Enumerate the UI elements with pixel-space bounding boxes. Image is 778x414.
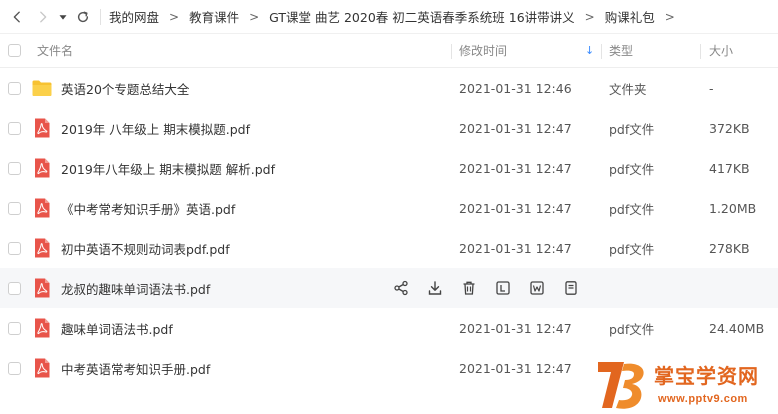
file-name[interactable]: 《中考常考知识手册》英语.pdf: [61, 199, 235, 218]
file-row-hovered[interactable]: 龙叔的趣味单词语法书.pdf: [0, 268, 778, 308]
download-button[interactable]: [426, 279, 444, 297]
file-modified-time: 2021-01-31 12:47: [459, 120, 572, 136]
column-header-type[interactable]: 类型: [609, 42, 633, 59]
row-checkbox[interactable]: [8, 161, 21, 175]
pdf-icon: [35, 318, 50, 338]
file-type: pdf文件: [609, 121, 655, 137]
column-divider[interactable]: [601, 44, 602, 59]
file-type: pdf文件: [609, 161, 655, 177]
file-list: 英语20个专题总结大全 2021-01-31 12:46 文件夹 - 2019年…: [0, 68, 778, 388]
delete-button[interactable]: [460, 279, 478, 297]
watermark-text: 掌宝学资网: [654, 364, 759, 388]
pdf-icon: [35, 158, 50, 178]
breadcrumb-item-current[interactable]: 购课礼包: [605, 7, 655, 26]
file-size: 24.40MB: [709, 320, 765, 336]
file-row[interactable]: 初中英语不规则动词表pdf.pdf 2021-01-31 12:47 pdf文件…: [0, 228, 778, 268]
row-checkbox[interactable]: [8, 121, 21, 135]
back-button[interactable]: [6, 6, 28, 28]
file-modified-time: 2021-01-31 12:47: [459, 160, 572, 176]
file-type: pdf文件: [609, 321, 655, 337]
file-size: 278KB: [709, 240, 750, 256]
pdf-icon: [35, 358, 50, 378]
chevron-left-icon: [13, 10, 20, 23]
share-icon: [394, 280, 408, 296]
breadcrumb: 我的网盘 > 教育课件 > GT课堂 曲艺 2020春 初二英语春季系统班 16…: [109, 7, 685, 26]
row-checkbox[interactable]: [8, 361, 21, 375]
pdf-icon: [35, 278, 50, 298]
breadcrumb-item[interactable]: GT课堂 曲艺 2020春 初二英语春季系统班 16讲带讲义: [269, 7, 575, 26]
file-size: -: [709, 80, 714, 96]
file-name[interactable]: 趣味单词语法书.pdf: [61, 319, 173, 338]
row-hover-actions: [392, 268, 596, 308]
file-modified-time: 2021-01-31 12:47: [459, 240, 572, 256]
file-size: 1.20MB: [709, 200, 757, 216]
file-name[interactable]: 中考英语常考知识手册.pdf: [61, 359, 210, 378]
file-modified-time: 2021-01-31 12:47: [459, 320, 572, 336]
breadcrumb-item[interactable]: 教育课件: [189, 7, 239, 26]
column-divider[interactable]: [451, 44, 452, 59]
row-checkbox[interactable]: [8, 281, 21, 295]
watermark-logo: 掌宝学资网 www.pptv9.com: [592, 356, 778, 414]
breadcrumb-separator: >: [249, 9, 260, 24]
pdf-icon: [35, 118, 50, 138]
file-name[interactable]: 龙叔的趣味单词语法书.pdf: [61, 279, 210, 298]
watermark-url: www.pptv9.com: [658, 393, 748, 405]
breadcrumb-separator: >: [169, 9, 180, 24]
history-dropdown-button[interactable]: [56, 6, 70, 28]
file-row[interactable]: 2019年 八年级上 期末模拟题.pdf 2021-01-31 12:47 pd…: [0, 108, 778, 148]
file-row[interactable]: 2019年八年级上 期末模拟题 解析.pdf 2021-01-31 12:47 …: [0, 148, 778, 188]
file-size: 372KB: [709, 120, 750, 136]
file-modified-time: 2021-01-31 12:46: [459, 80, 572, 96]
file-modified-time: 2021-01-31 12:47: [459, 360, 572, 376]
file-row[interactable]: 英语20个专题总结大全 2021-01-31 12:46 文件夹 -: [0, 68, 778, 108]
file-row[interactable]: 《中考常考知识手册》英语.pdf 2021-01-31 12:47 pdf文件 …: [0, 188, 778, 228]
more-button[interactable]: [562, 279, 580, 297]
breadcrumb-item[interactable]: 我的网盘: [109, 7, 159, 26]
file-name[interactable]: 英语20个专题总结大全: [61, 79, 189, 98]
share-button[interactable]: [392, 279, 410, 297]
move-icon: [530, 281, 544, 295]
delete-icon: [463, 281, 475, 295]
breadcrumb-separator: >: [584, 9, 595, 24]
refresh-button[interactable]: [72, 6, 94, 28]
more-icon: [565, 281, 577, 295]
column-header-size[interactable]: 大小: [709, 42, 733, 59]
sort-arrow-icon[interactable]: ↓: [585, 44, 594, 57]
logo-mark-icon: [598, 362, 644, 409]
row-checkbox[interactable]: [8, 241, 21, 255]
pdf-icon: [35, 238, 50, 258]
file-type: pdf文件: [609, 201, 655, 217]
refresh-icon: [77, 11, 89, 22]
move-button[interactable]: [528, 279, 546, 297]
file-modified-time: 2021-01-31 12:47: [459, 200, 572, 216]
row-checkbox[interactable]: [8, 321, 21, 335]
top-navigation-bar: 我的网盘 > 教育课件 > GT课堂 曲艺 2020春 初二英语春季系统班 16…: [0, 0, 778, 34]
caret-down-icon: [59, 14, 67, 20]
chevron-right-icon: [40, 10, 47, 23]
toolbar-divider: [100, 8, 101, 25]
row-checkbox[interactable]: [8, 201, 21, 215]
row-checkbox[interactable]: [8, 81, 21, 95]
rename-icon: [496, 281, 510, 295]
file-type: 文件夹: [609, 81, 647, 97]
select-all-checkbox[interactable]: [8, 44, 21, 57]
file-size: 417KB: [709, 160, 750, 176]
column-header-time[interactable]: 修改时间: [459, 42, 507, 59]
file-name[interactable]: 2019年 八年级上 期末模拟题.pdf: [61, 119, 250, 138]
file-list-header: 文件名 修改时间 ↓ 类型 大小: [0, 34, 778, 68]
column-header-name[interactable]: 文件名: [37, 42, 73, 59]
download-icon: [428, 281, 442, 295]
file-row[interactable]: 趣味单词语法书.pdf 2021-01-31 12:47 pdf文件 24.40…: [0, 308, 778, 348]
folder-icon: [32, 80, 52, 96]
pdf-icon: [35, 198, 50, 218]
column-divider[interactable]: [700, 44, 701, 59]
file-name[interactable]: 初中英语不规则动词表pdf.pdf: [61, 239, 230, 258]
forward-button[interactable]: [32, 6, 54, 28]
rename-button[interactable]: [494, 279, 512, 297]
file-type: pdf文件: [609, 241, 655, 257]
breadcrumb-separator: >: [664, 9, 675, 24]
file-name[interactable]: 2019年八年级上 期末模拟题 解析.pdf: [61, 159, 275, 178]
